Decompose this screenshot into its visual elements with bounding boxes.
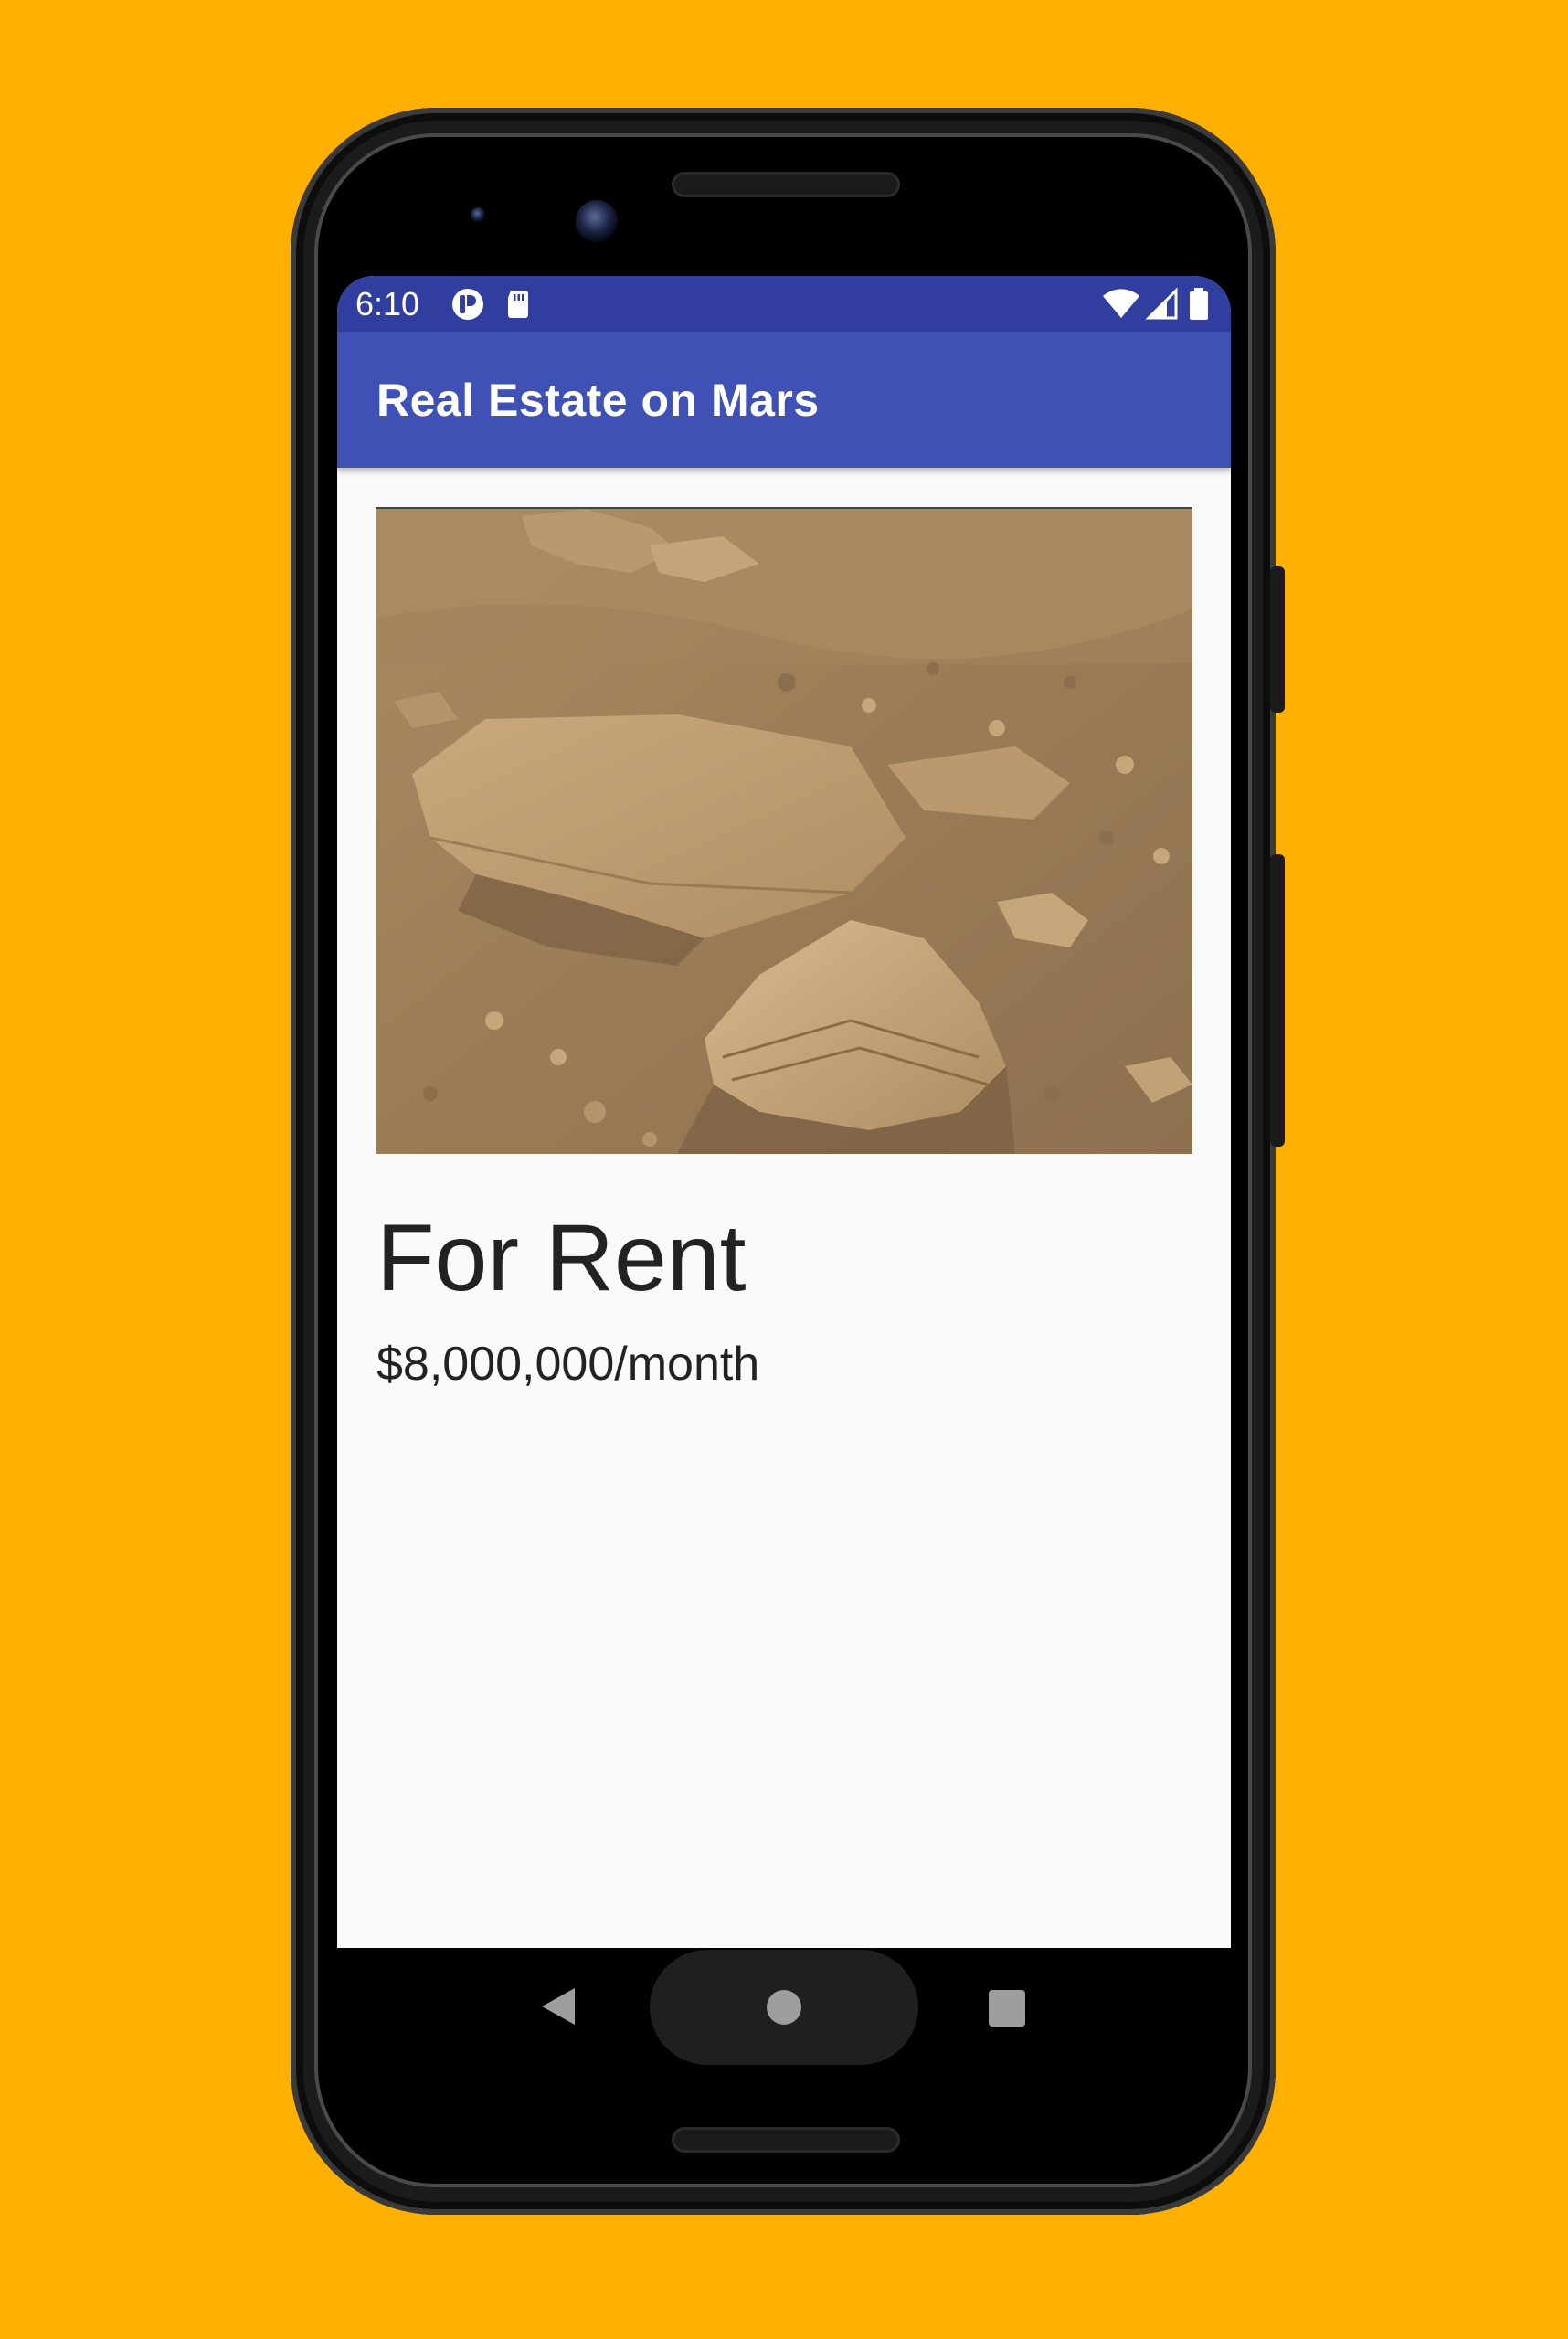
- recents-icon[interactable]: [989, 1990, 1025, 2027]
- mars-surface-photo: [376, 509, 1192, 1154]
- status-time: 6:10: [355, 285, 420, 323]
- app-notification-icon: [452, 289, 483, 320]
- sd-card-icon: [508, 291, 528, 318]
- status-bar: 6:10: [337, 276, 1231, 332]
- battery-icon: [1190, 288, 1208, 320]
- app-bar: Real Estate on Mars: [337, 332, 1231, 468]
- front-camera: [576, 200, 618, 242]
- top-speaker: [672, 172, 900, 197]
- back-icon[interactable]: [538, 1984, 582, 2028]
- listing-type: For Rent: [376, 1205, 747, 1311]
- app-screen: 6:10 Real Estate on Mars For Rent $8,000…: [337, 276, 1231, 1948]
- navigation-bar: [337, 1948, 1231, 2067]
- signal-icon: [1145, 287, 1178, 320]
- app-title: Real Estate on Mars: [376, 375, 820, 426]
- front-sensor: [471, 207, 485, 222]
- bottom-speaker: [672, 2127, 900, 2153]
- power-button: [1270, 566, 1285, 713]
- mars-surface-image: [376, 507, 1192, 1154]
- wifi-icon: [1103, 289, 1139, 318]
- home-icon[interactable]: [767, 1990, 801, 2025]
- listing-price: $8,000,000/month: [376, 1338, 760, 1391]
- volume-button: [1270, 854, 1285, 1147]
